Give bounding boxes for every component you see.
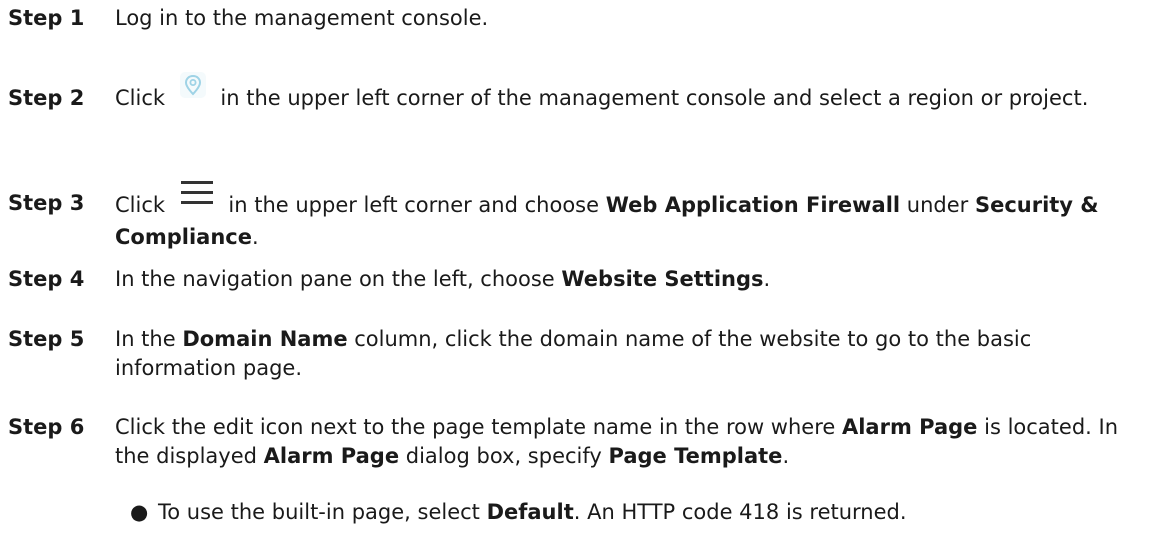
- bullet-icon: ●: [130, 500, 149, 524]
- step-label: Step 1: [8, 6, 85, 30]
- step-label: Step 6: [8, 415, 85, 439]
- text-run: .: [782, 444, 790, 468]
- step-label: Step 3: [8, 191, 85, 215]
- step-text: Click in the upper left corner of the ma…: [115, 72, 1155, 114]
- text-run: .: [251, 225, 259, 249]
- hamburger-menu-icon: [180, 181, 213, 204]
- text-run: dialog box, specify: [399, 444, 609, 468]
- text-run: To use the built-in page, select: [158, 500, 487, 524]
- text-run: Click the edit icon next to the page tem…: [115, 415, 842, 439]
- bold-term: Alarm Page: [263, 444, 400, 468]
- text-run: in the upper left corner of the manageme…: [213, 86, 1089, 110]
- text-run: . An HTTP code 418 is returned.: [573, 500, 907, 524]
- text-run: In the: [115, 327, 183, 351]
- bold-term: Page Template: [608, 444, 783, 468]
- bold-term: Default: [486, 500, 574, 524]
- text-run: Click: [115, 193, 172, 217]
- text-run: Log in to the management console.: [115, 6, 489, 30]
- bold-term: Website Settings: [561, 267, 764, 291]
- step-text: In the navigation pane on the left, choo…: [115, 265, 1155, 294]
- text-run: In the navigation pane on the left, choo…: [115, 267, 562, 291]
- text-run: under: [900, 193, 975, 217]
- bullet-text: To use the built-in page, select Default…: [158, 498, 907, 527]
- step-text: In the Domain Name column, click the dom…: [115, 325, 1155, 383]
- bold-term: Web Application Firewall: [605, 193, 901, 217]
- step-label: Step 4: [8, 267, 85, 291]
- text-run: in the upper left corner and choose: [221, 193, 606, 217]
- step-label: Step 2: [8, 86, 85, 110]
- text-run: Click: [115, 86, 172, 110]
- bold-term: Domain Name: [182, 327, 348, 351]
- location-pin-icon: [179, 72, 206, 98]
- step-text: Log in to the management console.: [115, 4, 1155, 33]
- step-text: Click the edit icon next to the page tem…: [115, 413, 1155, 471]
- step-text: Click in the upper left corner and choos…: [115, 181, 1155, 252]
- step-label: Step 5: [8, 327, 85, 351]
- text-run: .: [763, 267, 771, 291]
- bold-term: Alarm Page: [841, 415, 978, 439]
